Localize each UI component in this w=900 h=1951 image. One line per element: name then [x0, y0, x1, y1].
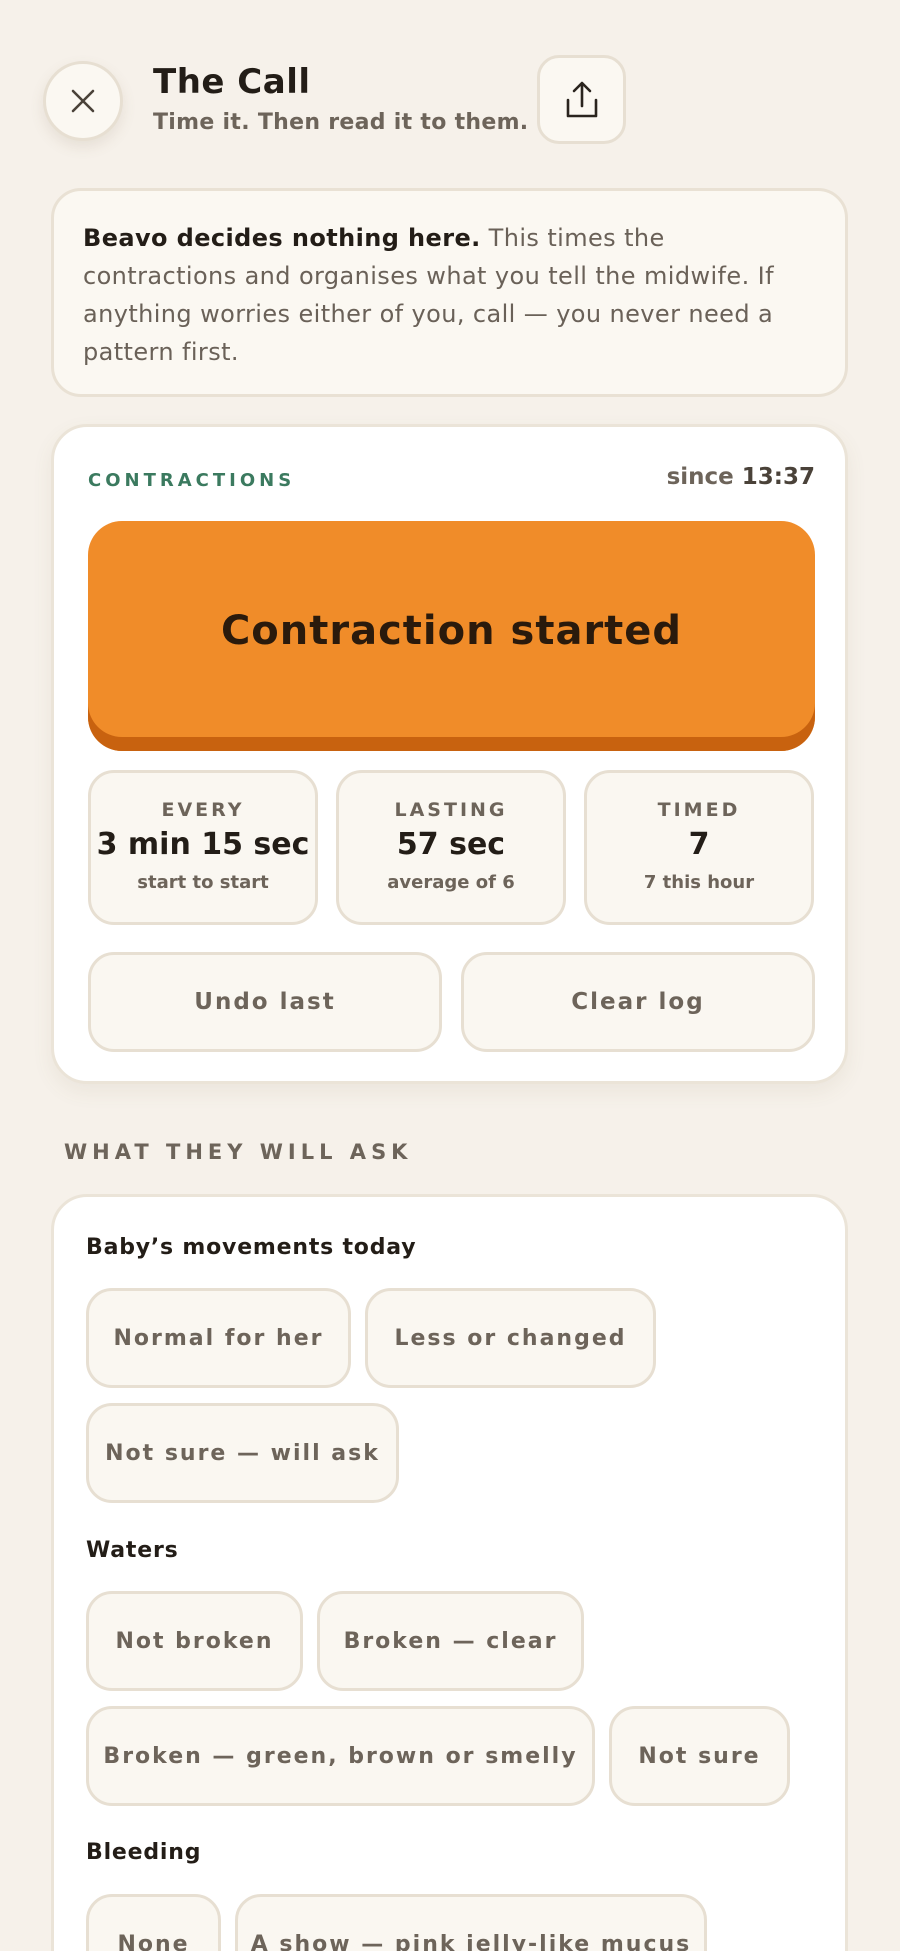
since-label: since [666, 464, 734, 490]
option-waters-not-broken[interactable]: Not broken [86, 1591, 303, 1691]
title-block: The Call Time it. Then read it to them. [153, 62, 528, 135]
option-movements-less[interactable]: Less or changed [365, 1288, 656, 1388]
stat-label: TIMED [657, 799, 741, 821]
option-waters-green[interactable]: Broken — green, brown or smelly [86, 1706, 595, 1806]
contractions-card: CONTRACTIONS since 13:37 Contraction sta… [51, 424, 848, 1084]
section-title: WHAT THEY WILL ASK [64, 1140, 413, 1164]
questions-card: Baby’s movements today Normal for her Le… [51, 1194, 848, 1951]
close-icon [71, 89, 95, 113]
stat-sub: 7 this hour [643, 872, 755, 893]
stat-sub: average of 6 [387, 872, 515, 893]
option-waters-not-sure[interactable]: Not sure [609, 1706, 790, 1806]
page-title: The Call [153, 62, 311, 102]
header: The Call Time it. Then read it to them. [0, 0, 900, 170]
disclaimer-notice: Beavo decides nothing here. This times t… [51, 188, 848, 397]
since-time: 13:37 [741, 464, 815, 490]
contraction-started-button[interactable]: Contraction started [88, 521, 815, 751]
close-button[interactable] [43, 61, 123, 141]
stat-value: 57 sec [396, 827, 506, 862]
share-icon [566, 81, 597, 117]
stat-every: EVERY 3 min 15 sec start to start [88, 770, 318, 925]
contractions-label: CONTRACTIONS [88, 470, 296, 491]
page-subtitle: Time it. Then read it to them. [153, 110, 529, 135]
share-button[interactable] [537, 55, 626, 144]
since-timestamp: since 13:37 [667, 464, 815, 490]
question-label-bleeding: Bleeding [86, 1840, 202, 1865]
option-waters-clear[interactable]: Broken — clear [317, 1591, 584, 1691]
question-label-movements: Baby’s movements today [86, 1235, 417, 1260]
stat-label: LASTING [394, 799, 508, 821]
question-label-waters: Waters [86, 1538, 179, 1563]
notice-bold: Beavo decides nothing here. [83, 224, 481, 252]
clear-log-button[interactable]: Clear log [461, 952, 815, 1052]
option-bleeding-none[interactable]: None [86, 1894, 221, 1951]
stat-label: EVERY [161, 799, 245, 821]
option-movements-not-sure[interactable]: Not sure — will ask [86, 1403, 399, 1503]
stat-sub: start to start [137, 872, 269, 893]
stat-value: 7 [688, 827, 710, 862]
option-bleeding-show[interactable]: A show — pink jelly-like mucus [235, 1894, 707, 1951]
stat-value: 3 min 15 sec [96, 827, 310, 862]
stat-timed: TIMED 7 7 this hour [584, 770, 814, 925]
undo-last-button[interactable]: Undo last [88, 952, 442, 1052]
stat-lasting: LASTING 57 sec average of 6 [336, 770, 566, 925]
option-movements-normal[interactable]: Normal for her [86, 1288, 351, 1388]
